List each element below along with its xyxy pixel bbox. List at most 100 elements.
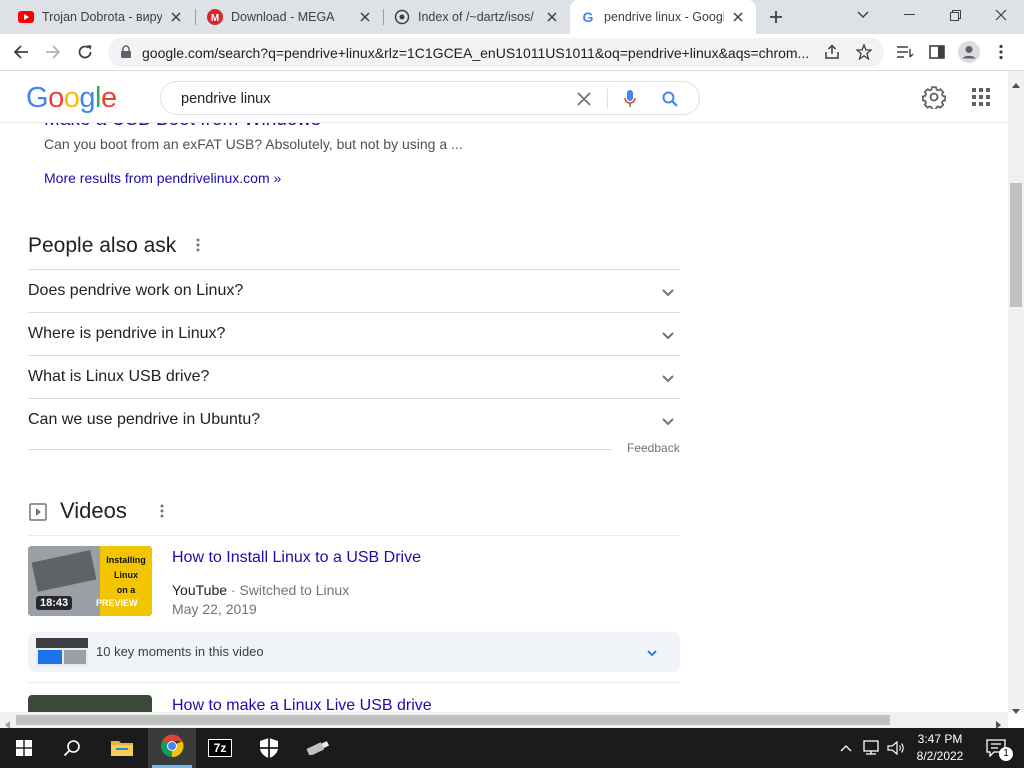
windows-taskbar: 7z 3:47 PM 8/2/2022 1	[0, 728, 1024, 768]
chevron-down-icon[interactable]	[644, 645, 660, 661]
paa-question[interactable]: Can we use pendrive in Ubuntu?	[28, 398, 680, 441]
paa-more-options-icon[interactable]	[196, 238, 206, 254]
clock-time: 3:47 PM	[917, 732, 963, 746]
network-icon[interactable]	[858, 728, 884, 768]
youtube-icon	[18, 9, 34, 25]
clear-search-icon[interactable]	[573, 88, 595, 110]
volume-icon[interactable]	[884, 728, 908, 768]
search-box	[160, 81, 700, 115]
side-panel-icon[interactable]	[922, 37, 952, 67]
divider	[28, 449, 612, 450]
horizontal-scrollbar[interactable]	[0, 712, 1008, 729]
close-window-button[interactable]	[978, 0, 1024, 30]
new-tab-button[interactable]	[764, 6, 788, 28]
video-source: YouTube	[172, 582, 228, 598]
browser-toolbar: google.com/search?q=pendrive+linux&rlz=1…	[0, 34, 1024, 71]
address-bar[interactable]: google.com/search?q=pendrive+linux&rlz=1…	[108, 38, 884, 67]
voice-search-icon[interactable]	[619, 88, 641, 110]
chevron-down-icon[interactable]	[660, 413, 676, 429]
chrome-taskbar-button[interactable]	[148, 728, 196, 768]
bookmark-star-icon[interactable]	[855, 43, 873, 65]
site-icon	[394, 9, 410, 25]
7zip-icon[interactable]: 7z	[196, 728, 244, 768]
paa-heading: People also ask	[28, 234, 177, 257]
thumb-text: Linux	[114, 570, 138, 580]
reload-button[interactable]	[70, 37, 100, 67]
taskbar-search-icon[interactable]	[48, 728, 96, 768]
paa-question-text: What is Linux USB drive?	[28, 368, 210, 385]
paa-question[interactable]: What is Linux USB drive?	[28, 355, 680, 398]
google-icon: G	[580, 9, 596, 25]
tab-google[interactable]: G pendrive linux - Google	[570, 0, 756, 34]
share-icon[interactable]	[824, 44, 840, 65]
usb-tool-icon[interactable]	[294, 728, 342, 768]
close-tab-icon[interactable]	[544, 9, 560, 25]
paa-question[interactable]: Does pendrive work on Linux?	[28, 269, 680, 312]
screen: Trojan Dobrota - вирус M Download - MEGA…	[0, 0, 1024, 768]
feedback-link[interactable]: Feedback	[627, 441, 680, 455]
scroll-up-arrow[interactable]	[1012, 75, 1020, 93]
tab-index[interactable]: Index of /~dartz/isos/	[384, 0, 570, 34]
minimize-button[interactable]	[886, 0, 932, 30]
lock-icon[interactable]	[120, 45, 132, 64]
key-moments-bar[interactable]: 10 key moments in this video	[28, 632, 680, 672]
forward-button[interactable]	[38, 37, 68, 67]
video-title-link[interactable]: How to Install Linux to a USB Drive	[172, 549, 421, 567]
paa-question[interactable]: Where is pendrive in Linux?	[28, 312, 680, 355]
more-results-link[interactable]: More results from pendrivelinux.com »	[44, 170, 281, 186]
vertical-scrollbar[interactable]	[1008, 71, 1024, 714]
horizontal-scroll-thumb[interactable]	[16, 715, 890, 725]
paa-question-text: Can we use pendrive in Ubuntu?	[28, 411, 261, 428]
file-explorer-icon[interactable]	[98, 728, 146, 768]
google-header: Google	[0, 71, 1008, 123]
chrome-icon	[160, 734, 184, 763]
profile-avatar[interactable]	[954, 37, 984, 67]
key-moments-text: 10 key moments in this video	[96, 644, 264, 659]
back-button[interactable]	[6, 37, 36, 67]
tab-youtube[interactable]: Trojan Dobrota - вирус	[8, 0, 194, 34]
tab-search-icon[interactable]	[840, 0, 886, 30]
clock-date: 8/2/2022	[916, 749, 964, 763]
notifications-icon[interactable]: 1	[976, 728, 1016, 768]
vertical-scroll-thumb[interactable]	[1010, 183, 1022, 307]
preview-badge: PREVIEW	[96, 598, 138, 608]
show-hidden-icons[interactable]	[836, 728, 856, 768]
notification-count: 1	[999, 747, 1013, 761]
google-apps-icon[interactable]	[972, 88, 990, 106]
security-icon[interactable]	[245, 728, 293, 768]
chevron-down-icon[interactable]	[660, 370, 676, 386]
key-moments-thumbnail	[36, 638, 88, 667]
search-results: Make a USB Boot from Windows Can you boo…	[0, 71, 1008, 712]
video-title-link[interactable]: How to make a Linux Live USB drive	[172, 697, 432, 712]
close-tab-icon[interactable]	[730, 9, 746, 25]
tab-title: Trojan Dobrota - вирус	[42, 10, 162, 24]
google-logo[interactable]: Google	[26, 82, 117, 115]
video-duration: 18:43	[36, 596, 73, 610]
close-tab-icon[interactable]	[168, 9, 184, 25]
chevron-down-icon[interactable]	[660, 327, 676, 343]
videos-more-options-icon[interactable]	[160, 504, 170, 520]
search-icon[interactable]	[659, 88, 681, 110]
chevron-down-icon[interactable]	[660, 284, 676, 300]
video-thumbnail[interactable]: Installing Linux on a 18:43 PREVIEW	[28, 546, 152, 616]
clock[interactable]: 3:47 PM 8/2/2022	[908, 728, 972, 768]
tab-title: Download - MEGA	[231, 10, 335, 24]
restore-button[interactable]	[932, 0, 978, 30]
svg-text:G: G	[583, 9, 594, 25]
thumb-text: Installing	[106, 555, 146, 565]
tab-title: pendrive linux - Google	[604, 10, 724, 24]
chrome-menu-icon[interactable]	[986, 37, 1016, 67]
video-thumbnail[interactable]	[28, 695, 152, 712]
settings-gear-icon[interactable]	[921, 85, 948, 111]
tab-strip: Trojan Dobrota - вирус M Download - MEGA…	[0, 0, 1024, 34]
svg-text:M: M	[211, 13, 219, 24]
reading-list-icon[interactable]	[890, 37, 920, 67]
url-text: google.com/search?q=pendrive+linux&rlz=1…	[142, 45, 810, 61]
search-input[interactable]	[181, 89, 561, 109]
paa-question-text: Does pendrive work on Linux?	[28, 282, 244, 299]
close-tab-icon[interactable]	[357, 9, 373, 25]
tab-mega[interactable]: M Download - MEGA	[197, 0, 383, 34]
start-icon[interactable]	[0, 728, 48, 768]
result-snippet: Can you boot from an exFAT USB? Absolute…	[44, 136, 463, 152]
scroll-down-arrow[interactable]	[1012, 701, 1020, 719]
